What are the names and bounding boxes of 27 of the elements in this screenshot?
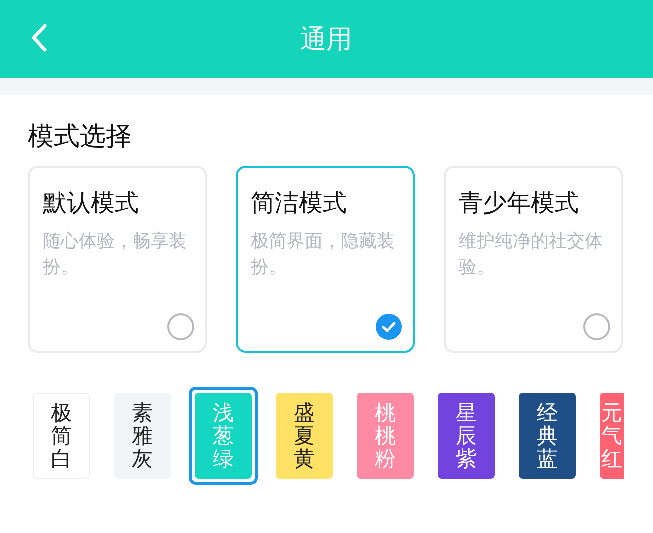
- section-title: 模式选择: [28, 120, 132, 153]
- mode-description: 维护纯净的社交体验。: [459, 230, 604, 279]
- theme-label: 元气红: [602, 402, 622, 470]
- theme-swatch[interactable]: 极简白: [27, 387, 96, 485]
- theme-swatch[interactable]: 经典蓝: [513, 387, 582, 485]
- mode-title: 青少年模式: [459, 189, 579, 219]
- mode-title: 默认模式: [43, 189, 139, 219]
- theme-label: 星辰紫: [456, 402, 477, 470]
- theme-swatch[interactable]: 盛夏黄: [270, 387, 339, 485]
- mode-description: 随心体验，畅享装扮。: [43, 230, 188, 279]
- theme-swatch[interactable]: 素雅灰: [108, 387, 177, 485]
- back-icon: [30, 23, 48, 53]
- theme-label: 经典蓝: [537, 402, 558, 470]
- mode-card[interactable]: 简洁模式 极简界面，隐藏装扮。: [236, 166, 415, 353]
- theme-label: 浅葱绿: [213, 402, 234, 470]
- mode-card[interactable]: 默认模式 随心体验，畅享装扮。: [28, 166, 207, 353]
- radio-icon: [583, 313, 611, 341]
- theme-label: 桃桃粉: [375, 402, 396, 470]
- theme-label: 极简白: [51, 402, 72, 470]
- theme-label: 盛夏黄: [294, 402, 315, 470]
- mode-card[interactable]: 青少年模式 维护纯净的社交体验。: [444, 166, 623, 353]
- radio-icon: [167, 313, 195, 341]
- mode-description: 极简界面，隐藏装扮。: [251, 230, 396, 279]
- mode-title: 简洁模式: [251, 189, 347, 219]
- theme-label: 素雅灰: [132, 402, 153, 470]
- theme-swatch[interactable]: 星辰紫: [432, 387, 501, 485]
- page-title: 通用: [300, 22, 352, 56]
